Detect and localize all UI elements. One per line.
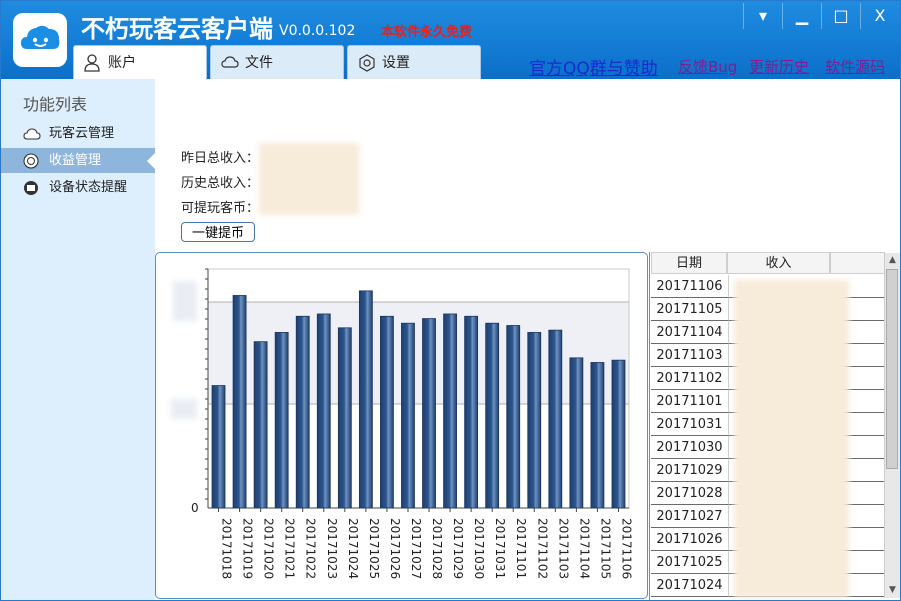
sidebar-item-label: 收益管理 <box>49 153 102 168</box>
scroll-down-icon[interactable]: ▼ <box>885 583 900 598</box>
table-cell-date[interactable]: 20171031 <box>651 413 729 436</box>
message-icon <box>24 181 38 195</box>
tab-settings[interactable]: 设置 <box>347 45 481 79</box>
table-cell-date[interactable]: 20171025 <box>651 551 729 574</box>
sidebar-item-label: 玩客云管理 <box>49 126 115 141</box>
feedback-link[interactable]: 反馈Bug <box>678 56 737 77</box>
user-icon <box>84 54 100 72</box>
income-chart-panel <box>155 252 648 599</box>
table-cell-date[interactable]: 20171030 <box>651 436 729 459</box>
qq-group-link[interactable]: 官方QQ群与赞助 <box>529 54 658 79</box>
minimize-button[interactable]: ▁ <box>782 3 821 29</box>
redacted-values <box>259 143 359 215</box>
redacted-y-tick <box>171 399 197 419</box>
coin-icon <box>23 153 39 169</box>
total-income-label: 历史总收入： <box>181 176 260 191</box>
tab-account[interactable]: 账户 <box>73 45 207 80</box>
table-scrollbar[interactable]: ▲ ▼ <box>884 253 900 598</box>
column-header-date[interactable]: 日期 <box>651 252 727 274</box>
column-header-income[interactable]: 收入 <box>727 252 830 274</box>
tab-label: 设置 <box>382 55 410 71</box>
table-cell-date[interactable]: 20171104 <box>651 321 729 344</box>
cloud-logo-icon <box>13 13 67 67</box>
sidebar-title: 功能列表 <box>23 95 88 114</box>
minimize-icon: ▁ <box>795 6 809 25</box>
app-version: V0.0.0.102 <box>279 23 356 39</box>
table-cell-date[interactable]: 20171101 <box>651 390 729 413</box>
title-bar[interactable]: 不朽玩客云客户端 V0.0.0.102 本软件永久免费 ▾ ▁ □ X 账户 文… <box>1 1 900 80</box>
maximize-icon: □ <box>833 6 849 25</box>
table-cell-date[interactable]: 20171102 <box>651 367 729 390</box>
free-note: 本软件永久免费 <box>381 25 473 40</box>
cloud-icon <box>23 128 41 140</box>
close-icon: X <box>874 6 886 25</box>
app-title: 不朽玩客云客户端 <box>81 15 273 43</box>
table-cell-date[interactable]: 20171027 <box>651 505 729 528</box>
y-tick-zero: 0 <box>191 501 199 515</box>
gear-icon <box>359 54 375 72</box>
menu-dropdown-button[interactable]: ▾ <box>743 3 782 29</box>
update-history-link[interactable]: 更新历史 <box>749 56 809 77</box>
table-cell-date[interactable]: 20171024 <box>651 574 729 597</box>
table-cell-date[interactable]: 20171028 <box>651 482 729 505</box>
cloud-icon <box>221 56 239 68</box>
table-cell-date[interactable]: 20171029 <box>651 459 729 482</box>
scroll-thumb[interactable] <box>886 269 898 469</box>
tab-label: 文件 <box>245 55 273 71</box>
yesterday-income-label: 昨日总收入： <box>181 151 260 166</box>
table-cell-date[interactable]: 20171106 <box>651 275 729 298</box>
income-table: 日期 收入 20171106 20171105 20171104 20171103 20… <box>649 252 900 600</box>
tab-files[interactable]: 文件 <box>210 45 344 79</box>
redacted-income-column <box>734 280 849 598</box>
sidebar-item-income-management[interactable]: 收益管理 <box>1 148 155 173</box>
sidebar-item-device-alerts[interactable]: 设备状态提醒 <box>1 175 155 200</box>
withdraw-coins-button[interactable]: 一键提币 <box>181 222 255 242</box>
withdrawable-coins-label: 可提玩客币： <box>181 201 260 216</box>
table-cell-date[interactable]: 20171026 <box>651 528 729 551</box>
tab-label: 账户 <box>108 55 136 71</box>
source-code-link[interactable]: 软件源码 <box>825 56 885 77</box>
close-button[interactable]: X <box>860 3 899 29</box>
chevron-down-icon: ▾ <box>758 6 768 25</box>
maximize-button[interactable]: □ <box>821 3 860 29</box>
scroll-up-icon[interactable]: ▲ <box>885 253 900 268</box>
sidebar: 功能列表 玩客云管理 收益管理 设备状态提醒 <box>1 79 155 600</box>
sidebar-item-cloud-management[interactable]: 玩客云管理 <box>1 121 155 146</box>
app-window: 不朽玩客云客户端 V0.0.0.102 本软件永久免费 ▾ ▁ □ X 账户 文… <box>0 0 901 601</box>
table-cell-date[interactable]: 20171105 <box>651 298 729 321</box>
column-header-filler <box>830 252 885 274</box>
sidebar-item-label: 设备状态提醒 <box>49 180 128 195</box>
redacted-y-tick <box>173 281 197 321</box>
active-indicator <box>147 153 155 169</box>
table-cell-date[interactable]: 20171103 <box>651 344 729 367</box>
